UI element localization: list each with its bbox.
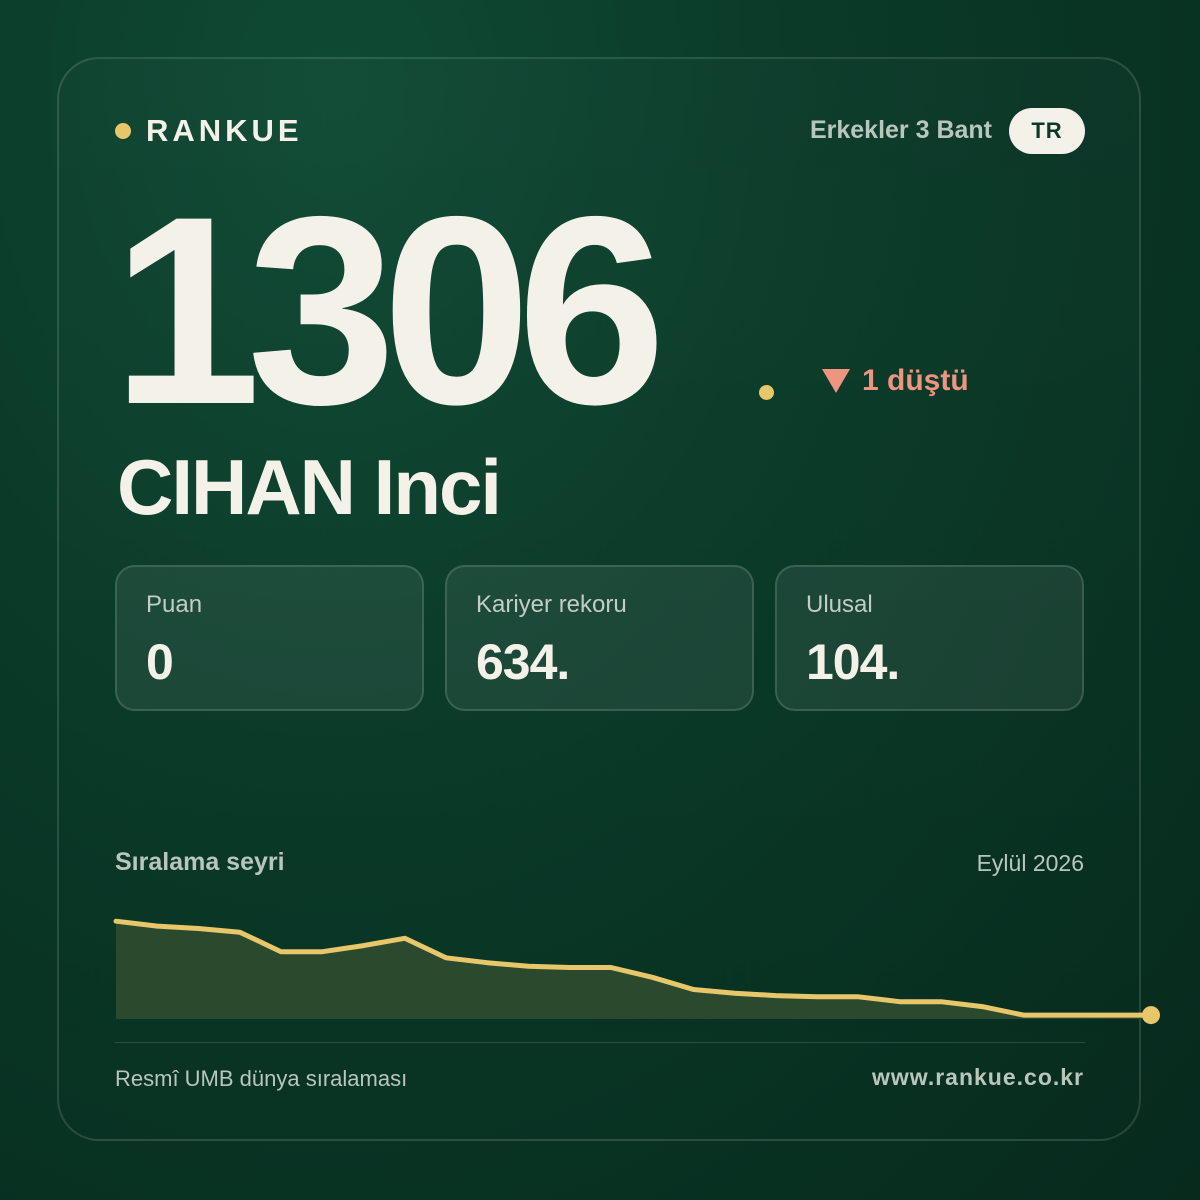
- rank-number: 1306: [112, 160, 666, 460]
- category-label: Erkekler 3 Bant: [809, 116, 992, 144]
- country-badge: TR: [1009, 108, 1085, 154]
- divider: [115, 1042, 1085, 1043]
- footer-url: www.rankue.co.kr: [872, 1064, 1084, 1090]
- player-name: CIHAN Inci: [117, 443, 502, 531]
- stat-label: Kariyer rekoru: [476, 591, 627, 618]
- down-triangle-icon: [822, 369, 850, 393]
- stat-card-points: Puan 0: [115, 565, 424, 711]
- chart-title: Sıralama seyri: [115, 848, 285, 876]
- footer-source: Resmî UMB dünya sıralaması: [115, 1066, 408, 1091]
- chart-date: Eylül 2026: [976, 850, 1084, 876]
- stat-value: 0: [146, 634, 174, 690]
- rank-dot-icon: [759, 385, 774, 400]
- chart-current-point: [1142, 1006, 1160, 1025]
- stat-value: 634.: [476, 634, 570, 690]
- rank-change-text: 1 düştü: [862, 364, 969, 397]
- stat-card-career-best: Kariyer rekoru 634.: [445, 565, 754, 711]
- stat-label: Puan: [146, 591, 203, 618]
- stat-card-national: Ulusal 104.: [775, 565, 1084, 711]
- stat-label: Ulusal: [806, 591, 873, 618]
- stat-value: 104.: [806, 634, 900, 690]
- brand-name: RANKUE: [146, 113, 303, 148]
- rank-change: 1 düştü: [822, 364, 969, 398]
- brand: RANKUE: [115, 112, 303, 150]
- brand-dot-icon: [115, 123, 131, 139]
